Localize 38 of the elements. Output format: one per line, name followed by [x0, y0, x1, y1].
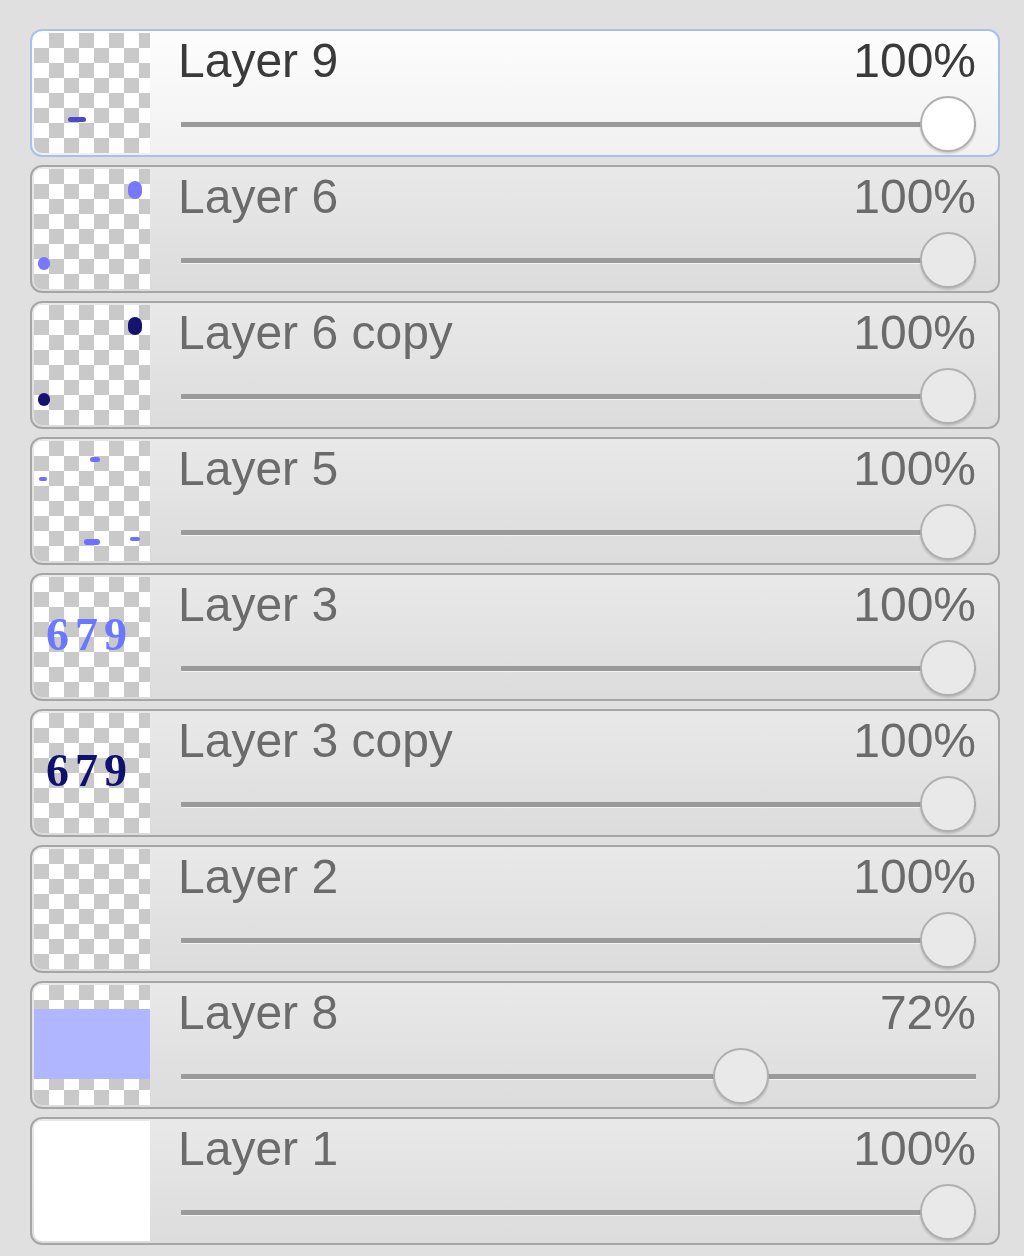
slider-thumb[interactable] — [920, 96, 976, 152]
opacity-value: 100% — [853, 305, 976, 360]
layer-row[interactable]: Layer 8 72% — [30, 981, 1000, 1109]
layer-row[interactable]: 679 Layer 3 100% — [30, 573, 1000, 701]
layer-name: Layer 3 — [178, 577, 339, 632]
layer-row[interactable]: Layer 6 100% — [30, 165, 1000, 293]
slider-thumb[interactable] — [920, 1184, 976, 1240]
thumbnail-digits: 679 — [46, 608, 133, 662]
opacity-value: 100% — [853, 849, 976, 904]
layer-row[interactable]: Layer 5 100% — [30, 437, 1000, 565]
layer-name: Layer 8 — [178, 985, 339, 1040]
opacity-value: 72% — [879, 985, 976, 1040]
layer-row[interactable]: Layer 2 100% — [30, 845, 1000, 973]
layer-row[interactable]: Layer 1 100% — [30, 1117, 1000, 1245]
opacity-value: 100% — [853, 1121, 976, 1176]
layer-name: Layer 3 copy — [178, 713, 453, 768]
slider-thumb[interactable] — [920, 640, 976, 696]
layer-name: Layer 1 — [178, 1121, 339, 1176]
layer-name: Layer 5 — [178, 441, 339, 496]
opacity-value: 100% — [853, 577, 976, 632]
slider-thumb[interactable] — [920, 504, 976, 560]
slider-thumb[interactable] — [920, 776, 976, 832]
thumbnail-digits: 679 — [46, 744, 133, 798]
slider-thumb[interactable] — [920, 368, 976, 424]
layer-name: Layer 6 copy — [178, 305, 453, 360]
layer-row[interactable]: 679 Layer 3 copy 100% — [30, 709, 1000, 837]
opacity-value: 100% — [853, 33, 976, 88]
layer-row[interactable]: Layer 9 100% — [30, 29, 1000, 157]
layer-name: Layer 6 — [178, 169, 339, 224]
opacity-value: 100% — [853, 713, 976, 768]
opacity-value: 100% — [853, 441, 976, 496]
layer-name: Layer 9 — [178, 33, 339, 88]
slider-thumb[interactable] — [713, 1048, 770, 1104]
layer-name: Layer 2 — [178, 849, 339, 904]
slider-thumb[interactable] — [920, 232, 976, 288]
slider-thumb[interactable] — [920, 912, 976, 968]
opacity-value: 100% — [853, 169, 976, 224]
layer-row[interactable]: Layer 6 copy 100% — [30, 301, 1000, 429]
